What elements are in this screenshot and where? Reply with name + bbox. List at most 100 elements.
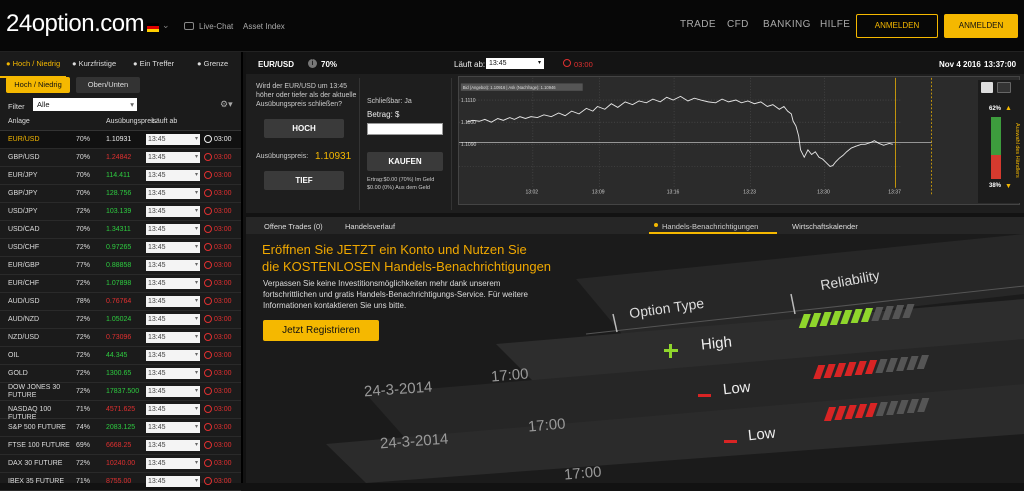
login-outline-button[interactable]: ANMELDEN [856, 14, 938, 38]
tab-economic-calendar[interactable]: Wirtschaftskalender [792, 222, 858, 231]
table-row[interactable]: NZD/USD 72% 0.73096 13:45 ▾ 03:00 [0, 329, 241, 347]
subtab-hoch-niedrig[interactable]: Hoch / Niedrig [6, 77, 70, 93]
table-row[interactable]: EUR/GBP 77% 0.88858 13:45 ▾ 03:00 [0, 257, 241, 275]
col-asset: Anlage [8, 118, 30, 125]
expiry-select[interactable]: 13:45 ▾ [146, 296, 200, 307]
promo-body: Verpassen Sie keine Investitionsmöglichk… [263, 279, 529, 310]
expiry-select[interactable]: 13:45 ▾ [146, 422, 200, 433]
asset-name: AUD/USD [8, 298, 40, 305]
table-row[interactable]: GBP/USD 70% 1.24842 13:45 ▾ 03:00 [0, 149, 241, 167]
german-flag-icon[interactable] [147, 23, 159, 32]
expiry-select[interactable]: 13:45 ▾ [146, 458, 200, 469]
tab-grenze[interactable]: ● Grenze [197, 59, 228, 68]
live-chat-link[interactable]: Live-Chat [199, 22, 233, 31]
table-row[interactable]: USD/CHF 72% 0.97265 13:45 ▾ 03:00 [0, 239, 241, 257]
countdown: 03:00 [214, 262, 232, 269]
expiry-select[interactable]: 13:45 ▾ [146, 476, 200, 487]
line-chart-icon[interactable] [981, 82, 993, 93]
expand-icon[interactable] [997, 82, 1011, 93]
logo[interactable]: 24option.com [6, 10, 145, 38]
countdown: 03:00 [214, 334, 232, 341]
expiry-select[interactable]: 13:45 ▾ [146, 224, 200, 235]
table-row[interactable]: DOW JONES 30 FUTURE 72% 17837.500 13:45 ▾ 03:… [0, 383, 241, 401]
chevron-down-icon: ▾ [194, 172, 198, 178]
nav-banking[interactable]: BANKING [763, 19, 811, 30]
expiry-select[interactable]: 13:45 ▾ [146, 134, 200, 145]
expiry-select[interactable]: 13:45 ▾ [146, 152, 200, 163]
hoch-button[interactable]: HOCH [264, 119, 344, 138]
table-row[interactable]: AUD/NZD 72% 1.05024 13:45 ▾ 03:00 [0, 311, 241, 329]
countdown: 03:00 [214, 244, 232, 251]
countdown: 03:00 [214, 208, 232, 215]
table-row[interactable]: USD/CAD 70% 1.34311 13:45 ▾ 03:00 [0, 221, 241, 239]
down-percent: 38% [989, 183, 1002, 189]
expiry-select[interactable]: 13:45 ▾ [146, 332, 200, 343]
signal-time: 17:00 [490, 365, 530, 386]
table-row[interactable]: EUR/USD 70% 1.10931 13:45 ▾ 03:00 [0, 131, 241, 149]
tab-trade-alerts[interactable]: Handels-Benachrichtigungen [662, 222, 758, 231]
expiry-select[interactable]: 13:45 ▾ [146, 314, 200, 325]
countdown: 03:00 [214, 136, 232, 143]
price-chart[interactable]: Bid (Angebot): 1.10916 | Ask (Nachfrage)… [458, 76, 1020, 205]
payout-percent: 70% [76, 172, 91, 179]
tab-hoch-niedrig[interactable]: ● Hoch / Niedrig [6, 59, 60, 68]
buy-button[interactable]: KAUFEN [367, 152, 443, 171]
chevron-down-icon: ▾ [130, 100, 134, 109]
expiry-select[interactable]: 13:45 ▾ [146, 242, 200, 253]
table-row[interactable]: EUR/CHF 72% 1.07898 13:45 ▾ 03:00 [0, 275, 241, 293]
gear-icon[interactable]: ⚙▾ [220, 99, 233, 110]
chevron-down-icon: ▾ [194, 370, 198, 376]
expiry-select[interactable]: 13:45 ▾ [146, 170, 200, 181]
tab-trade-history[interactable]: Handelsverlauf [345, 222, 395, 231]
payout-percent: 72% [76, 244, 91, 251]
table-row[interactable]: FTSE 100 FUTURE 69% 6668.25 13:45 ▾ 03:00 [0, 437, 241, 455]
strike-price: 128.756 [106, 190, 132, 197]
register-button[interactable]: Jetzt Registrieren [263, 320, 379, 341]
chat-icon[interactable] [184, 22, 194, 30]
expiry-select[interactable]: 13:45 ▾ [486, 58, 544, 69]
subtab-oben-unten[interactable]: Oben/Unten [76, 77, 140, 93]
col-expiry: Läuft ab [152, 118, 178, 125]
tab-open-trades[interactable]: Offene Trades (0) [264, 222, 323, 231]
table-row[interactable]: OIL 72% 44.345 13:45 ▾ 03:00 [0, 347, 241, 365]
expiry-select[interactable]: 13:45 ▾ [146, 386, 200, 397]
chevron-down-icon: ▾ [194, 208, 198, 214]
expiry-select[interactable]: 13:45 ▾ [146, 278, 200, 289]
expiry-select[interactable]: 13:45 ▾ [146, 368, 200, 379]
chevron-down-icon[interactable]: ⌄ [162, 20, 170, 31]
table-row[interactable]: DAX 30 FUTURE 72% 10240.00 13:45 ▾ 03:00 [0, 455, 241, 473]
expiry-select[interactable]: 13:45 ▾ [146, 206, 200, 217]
info-icon[interactable]: i [308, 59, 317, 68]
asset-index-link[interactable]: Asset Index [243, 22, 285, 31]
filter-select[interactable]: Alle ▾ [33, 98, 137, 111]
table-row[interactable]: IBEX 35 FUTURE 71% 8755.00 13:45 ▾ 03:00 [0, 473, 241, 491]
clock-icon [204, 135, 212, 143]
table-row[interactable]: AUD/USD 78% 0.76764 13:45 ▾ 03:00 [0, 293, 241, 311]
tab-ein-treffer[interactable]: ● Ein Treffer [133, 59, 174, 68]
clock-icon [204, 423, 212, 431]
table-row[interactable]: GOLD 72% 1300.65 13:45 ▾ 03:00 [0, 365, 241, 383]
expiry-select[interactable]: 13:45 ▾ [146, 350, 200, 361]
amount-input[interactable] [367, 123, 443, 135]
expiry-select[interactable]: 13:45 ▾ [146, 260, 200, 271]
asset-name: OIL [8, 352, 20, 359]
table-row[interactable]: NASDAQ 100 FUTURE 71% 4571.625 13:45 ▾ 03:00 [0, 401, 241, 421]
x-tick: 13:09 [592, 189, 605, 195]
nav-cfd[interactable]: CFD [727, 19, 749, 30]
expiry-select[interactable]: 13:45 ▾ [146, 404, 200, 415]
table-row[interactable]: GBP/JPY 70% 128.756 13:45 ▾ 03:00 [0, 185, 241, 203]
nav-trade[interactable]: TRADE [680, 19, 716, 30]
tief-button[interactable]: TIEF [264, 171, 344, 190]
table-row[interactable]: S&P 500 FUTURE 74% 2083.125 13:45 ▾ 03:00 [0, 419, 241, 437]
expiry-select[interactable]: 13:45 ▾ [146, 188, 200, 199]
table-row[interactable]: USD/JPY 72% 103.139 13:45 ▾ 03:00 [0, 203, 241, 221]
expiry-select[interactable]: 13:45 ▾ [146, 440, 200, 451]
nav-hilfe[interactable]: HILFE [820, 19, 850, 30]
payout-percent: 72% [76, 460, 91, 467]
tab-kurzfristige[interactable]: ● Kurzfristige [72, 59, 116, 68]
countdown: 03:00 [214, 460, 232, 467]
login-button[interactable]: ANMELDEN [944, 14, 1018, 38]
clock-icon [204, 261, 212, 269]
table-row[interactable]: EUR/JPY 70% 114.411 13:45 ▾ 03:00 [0, 167, 241, 185]
promo-headline-2: die KOSTENLOSEN Handels-Benachrichtigung… [262, 259, 552, 274]
